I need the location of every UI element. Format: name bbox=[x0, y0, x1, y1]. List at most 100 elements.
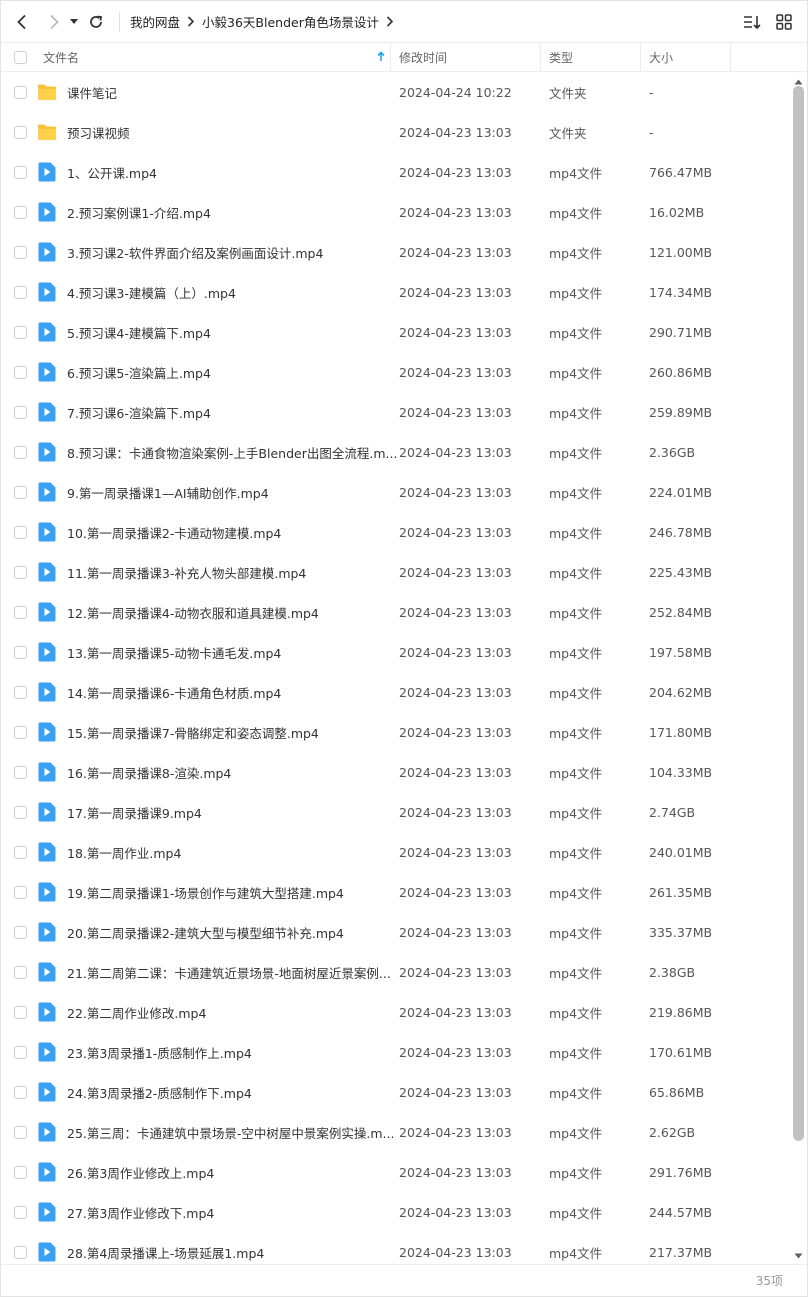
file-name[interactable]: 27.第3周作业修改下.mp4 bbox=[67, 1203, 404, 1222]
file-name[interactable]: 18.第一周作业.mp4 bbox=[67, 843, 404, 862]
file-row[interactable]: 8.预习课：卡通食物渲染案例-上手Blender出图全流程.m... 2024-0… bbox=[1, 432, 791, 472]
file-row[interactable]: 12.第一周录播课4-动物衣服和道具建模.mp4 2024-04-23 13:03… bbox=[1, 592, 791, 632]
column-name-header[interactable]: 文件名 bbox=[1, 43, 391, 71]
row-checkbox[interactable] bbox=[14, 1245, 27, 1259]
file-name[interactable]: 7.预习课6-渲染篇下.mp4 bbox=[67, 403, 404, 422]
row-checkbox[interactable] bbox=[14, 285, 27, 299]
row-checkbox[interactable] bbox=[14, 1165, 27, 1179]
file-name[interactable]: 11.第一周录播课3-补充人物头部建模.mp4 bbox=[67, 563, 404, 582]
breadcrumb-chevron-icon[interactable] bbox=[386, 16, 394, 27]
file-row[interactable]: 23.第3周录播1-质感制作上.mp4 2024-04-23 13:03 mp4文件… bbox=[1, 1032, 791, 1072]
file-row[interactable]: 18.第一周作业.mp4 2024-04-23 13:03 mp4文件 240.01M… bbox=[1, 832, 791, 872]
row-checkbox[interactable] bbox=[14, 805, 27, 819]
breadcrumb-item-root[interactable]: 我的网盘 bbox=[130, 12, 180, 31]
file-name[interactable]: 17.第一周录播课9.mp4 bbox=[67, 803, 404, 822]
row-checkbox[interactable] bbox=[14, 845, 27, 859]
history-dropdown-button[interactable] bbox=[67, 9, 81, 35]
file-row[interactable]: 15.第一周录播课7-骨骼绑定和姿态调整.mp4 2024-04-23 13:03… bbox=[1, 712, 791, 752]
file-name[interactable]: 15.第一周录播课7-骨骼绑定和姿态调整.mp4 bbox=[67, 723, 404, 742]
file-row[interactable]: 预习课视频 2024-04-23 13:03 文件夹 - bbox=[1, 112, 791, 152]
row-checkbox[interactable] bbox=[14, 685, 27, 699]
file-row[interactable]: 13.第一周录播课5-动物卡通毛发.mp4 2024-04-23 13:03 mp4… bbox=[1, 632, 791, 672]
row-checkbox[interactable] bbox=[14, 765, 27, 779]
file-name[interactable]: 24.第3周录播2-质感制作下.mp4 bbox=[67, 1083, 404, 1102]
file-name[interactable]: 25.第三周：卡通建筑中景场景-空中树屋中景案例实操.m... bbox=[67, 1123, 404, 1142]
row-checkbox[interactable] bbox=[14, 125, 27, 139]
row-checkbox[interactable] bbox=[14, 405, 27, 419]
file-row[interactable]: 22.第二周作业修改.mp4 2024-04-23 13:03 mp4文件 219.8… bbox=[1, 992, 791, 1032]
row-checkbox[interactable] bbox=[14, 605, 27, 619]
row-checkbox[interactable] bbox=[14, 965, 27, 979]
file-name[interactable]: 9.第一周录播课1—AI辅助创作.mp4 bbox=[67, 483, 404, 502]
column-type-header[interactable]: 类型 bbox=[541, 43, 641, 71]
column-size-header[interactable]: 大小 bbox=[641, 43, 731, 71]
file-row[interactable]: 11.第一周录播课3-补充人物头部建模.mp4 2024-04-23 13:03 m… bbox=[1, 552, 791, 592]
row-checkbox[interactable] bbox=[14, 725, 27, 739]
file-name[interactable]: 28.第4周录播课上-场景延展1.mp4 bbox=[67, 1243, 404, 1262]
row-checkbox[interactable] bbox=[14, 245, 27, 259]
row-checkbox[interactable] bbox=[14, 325, 27, 339]
refresh-button[interactable] bbox=[83, 9, 109, 35]
file-row[interactable]: 25.第三周：卡通建筑中景场景-空中树屋中景案例实操.m... 2024-04-2… bbox=[1, 1112, 791, 1152]
file-row[interactable]: 5.预习课4-建模篇下.mp4 2024-04-23 13:03 mp4文件 290.… bbox=[1, 312, 791, 352]
file-name[interactable]: 21.第二周第二课：卡通建筑近景场景-地面树屋近景案例... bbox=[67, 963, 404, 982]
file-row[interactable]: 6.预习课5-渲染篇上.mp4 2024-04-23 13:03 mp4文件 260.… bbox=[1, 352, 791, 392]
file-row[interactable]: 27.第3周作业修改下.mp4 2024-04-23 13:03 mp4文件 244.… bbox=[1, 1192, 791, 1232]
column-time-header[interactable]: 修改时间 bbox=[391, 43, 541, 71]
breadcrumb-item-current[interactable]: 小毅36天Blender角色场景设计 bbox=[202, 12, 379, 31]
file-row[interactable]: 19.第二周录播课1-场景创作与建筑大型搭建.mp4 2024-04-23 13:… bbox=[1, 872, 791, 912]
row-checkbox[interactable] bbox=[14, 1085, 27, 1099]
file-row[interactable]: 28.第4周录播课上-场景延展1.mp4 2024-04-23 13:03 mp4文… bbox=[1, 1232, 791, 1264]
row-checkbox[interactable] bbox=[14, 565, 27, 579]
file-name[interactable]: 6.预习课5-渲染篇上.mp4 bbox=[67, 363, 404, 382]
file-row[interactable]: 7.预习课6-渲染篇下.mp4 2024-04-23 13:03 mp4文件 259.… bbox=[1, 392, 791, 432]
row-checkbox[interactable] bbox=[14, 165, 27, 179]
row-checkbox[interactable] bbox=[14, 525, 27, 539]
file-row[interactable]: 课件笔记 2024-04-24 10:22 文件夹 - bbox=[1, 72, 791, 112]
file-name[interactable]: 12.第一周录播课4-动物衣服和道具建模.mp4 bbox=[67, 603, 404, 622]
file-name[interactable]: 2.预习案例课1-介绍.mp4 bbox=[67, 203, 404, 222]
file-row[interactable]: 10.第一周录播课2-卡通动物建模.mp4 2024-04-23 13:03 mp4… bbox=[1, 512, 791, 552]
row-checkbox[interactable] bbox=[14, 445, 27, 459]
row-checkbox[interactable] bbox=[14, 885, 27, 899]
file-name[interactable]: 20.第二周录播课2-建筑大型与模型细节补充.mp4 bbox=[67, 923, 404, 942]
row-checkbox[interactable] bbox=[14, 1125, 27, 1139]
file-name[interactable]: 10.第一周录播课2-卡通动物建模.mp4 bbox=[67, 523, 404, 542]
file-name[interactable]: 3.预习课2-软件界面介绍及案例画面设计.mp4 bbox=[67, 243, 404, 262]
file-row[interactable]: 2.预习案例课1-介绍.mp4 2024-04-23 13:03 mp4文件 16.0… bbox=[1, 192, 791, 232]
file-row[interactable]: 9.第一周录播课1—AI辅助创作.mp4 2024-04-23 13:03 mp4文… bbox=[1, 472, 791, 512]
file-name[interactable]: 22.第二周作业修改.mp4 bbox=[67, 1003, 404, 1022]
file-row[interactable]: 16.第一周录播课8-渲染.mp4 2024-04-23 13:03 mp4文件 10… bbox=[1, 752, 791, 792]
back-button[interactable] bbox=[9, 9, 35, 35]
select-all-checkbox[interactable] bbox=[14, 50, 27, 64]
file-name[interactable]: 8.预习课：卡通食物渲染案例-上手Blender出图全流程.m... bbox=[67, 443, 404, 462]
file-name[interactable]: 课件笔记 bbox=[67, 83, 404, 102]
file-row[interactable]: 4.预习课3-建模篇（上）.mp4 2024-04-23 13:03 mp4文件 17… bbox=[1, 272, 791, 312]
file-name[interactable]: 26.第3周作业修改上.mp4 bbox=[67, 1163, 404, 1182]
file-name[interactable]: 23.第3周录播1-质感制作上.mp4 bbox=[67, 1043, 404, 1062]
file-row[interactable]: 3.预习课2-软件界面介绍及案例画面设计.mp4 2024-04-23 13:03… bbox=[1, 232, 791, 272]
file-row[interactable]: 1、公开课.mp4 2024-04-23 13:03 mp4文件 766.47MB bbox=[1, 152, 791, 192]
scrollbar[interactable] bbox=[791, 72, 807, 1264]
file-row[interactable]: 14.第一周录播课6-卡通角色材质.mp4 2024-04-23 13:03 mp4… bbox=[1, 672, 791, 712]
file-name[interactable]: 5.预习课4-建模篇下.mp4 bbox=[67, 323, 404, 342]
file-name[interactable]: 19.第二周录播课1-场景创作与建筑大型搭建.mp4 bbox=[67, 883, 404, 902]
grid-view-button[interactable] bbox=[775, 13, 793, 31]
sort-button[interactable] bbox=[743, 13, 761, 31]
file-row[interactable]: 26.第3周作业修改上.mp4 2024-04-23 13:03 mp4文件 291.… bbox=[1, 1152, 791, 1192]
file-name[interactable]: 1、公开课.mp4 bbox=[67, 163, 404, 182]
row-checkbox[interactable] bbox=[14, 1205, 27, 1219]
row-checkbox[interactable] bbox=[14, 485, 27, 499]
scrollbar-thumb[interactable] bbox=[793, 86, 804, 1141]
row-checkbox[interactable] bbox=[14, 925, 27, 939]
row-checkbox[interactable] bbox=[14, 205, 27, 219]
file-name[interactable]: 16.第一周录播课8-渲染.mp4 bbox=[67, 763, 404, 782]
file-name[interactable]: 4.预习课3-建模篇（上）.mp4 bbox=[67, 283, 404, 302]
file-name[interactable]: 预习课视频 bbox=[67, 123, 404, 142]
forward-button[interactable] bbox=[41, 9, 67, 35]
row-checkbox[interactable] bbox=[14, 1045, 27, 1059]
scroll-down-arrow-icon[interactable] bbox=[794, 1248, 803, 1262]
row-checkbox[interactable] bbox=[14, 365, 27, 379]
file-row[interactable]: 20.第二周录播课2-建筑大型与模型细节补充.mp4 2024-04-23 13:… bbox=[1, 912, 791, 952]
file-row[interactable]: 24.第3周录播2-质感制作下.mp4 2024-04-23 13:03 mp4文件… bbox=[1, 1072, 791, 1112]
